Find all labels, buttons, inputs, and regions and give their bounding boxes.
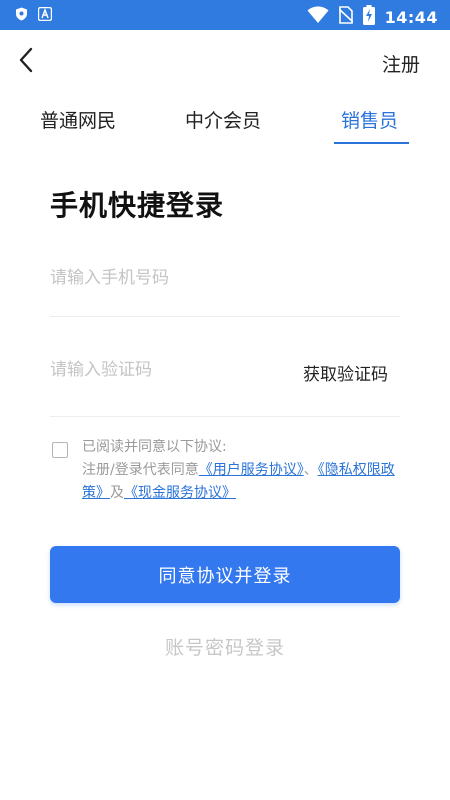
text-a-icon (38, 7, 52, 21)
agreement-text: 已阅读并同意以下协议: 注册/登录代表同意《用户服务协议》、《隐私权限政策》及《… (82, 436, 402, 505)
agreement-line1: 已阅读并同意以下协议: (82, 439, 227, 455)
verification-code-input[interactable] (50, 360, 280, 380)
phone-input[interactable] (50, 268, 280, 288)
status-right-icons: 14:44 (307, 5, 438, 29)
code-divider (50, 416, 400, 417)
tab-ordinary-user[interactable]: 普通网民 (40, 106, 116, 133)
agreement-and: 及 (110, 485, 124, 501)
agreement-checkbox[interactable] (52, 442, 68, 458)
active-tab-indicator (334, 142, 409, 144)
get-code-button[interactable]: 获取验证码 (303, 360, 388, 385)
phone-divider (50, 316, 400, 317)
tab-agency-member[interactable]: 中介会员 (185, 106, 261, 133)
top-app-bar: 注册 (0, 30, 450, 90)
status-bar: 14:44 (0, 0, 450, 30)
register-link[interactable]: 注册 (382, 50, 420, 77)
status-left-icons (14, 7, 52, 21)
chevron-left-icon (19, 47, 33, 73)
agree-and-login-button[interactable]: 同意协议并登录 (50, 546, 400, 603)
agreement-line2: 注册/登录代表同意《用户服务协议》、《隐私权限政策》及《现金服务协议》 (82, 459, 402, 505)
tab-salesperson[interactable]: 销售员 (341, 106, 398, 133)
user-service-agreement-link[interactable]: 《用户服务协议》 (199, 462, 304, 478)
page-title: 手机快捷登录 (50, 189, 225, 222)
back-button[interactable] (10, 44, 42, 76)
phone-field-row (50, 268, 400, 317)
account-password-login-link[interactable]: 账号密码登录 (0, 633, 450, 660)
shield-icon (14, 7, 28, 21)
code-field-row: 获取验证码 (50, 360, 400, 417)
battery-charging-icon (362, 5, 375, 29)
role-tabs: 普通网民 中介会员 销售员 (0, 100, 450, 146)
wifi-icon (307, 6, 329, 28)
no-sim-icon (338, 6, 354, 28)
agreement-separator: 、 (303, 462, 318, 478)
cash-service-agreement-link[interactable]: 《现金服务协议》 (124, 485, 236, 501)
status-time: 14:44 (384, 7, 438, 27)
agreement-prefix: 注册/登录代表同意 (82, 462, 199, 478)
